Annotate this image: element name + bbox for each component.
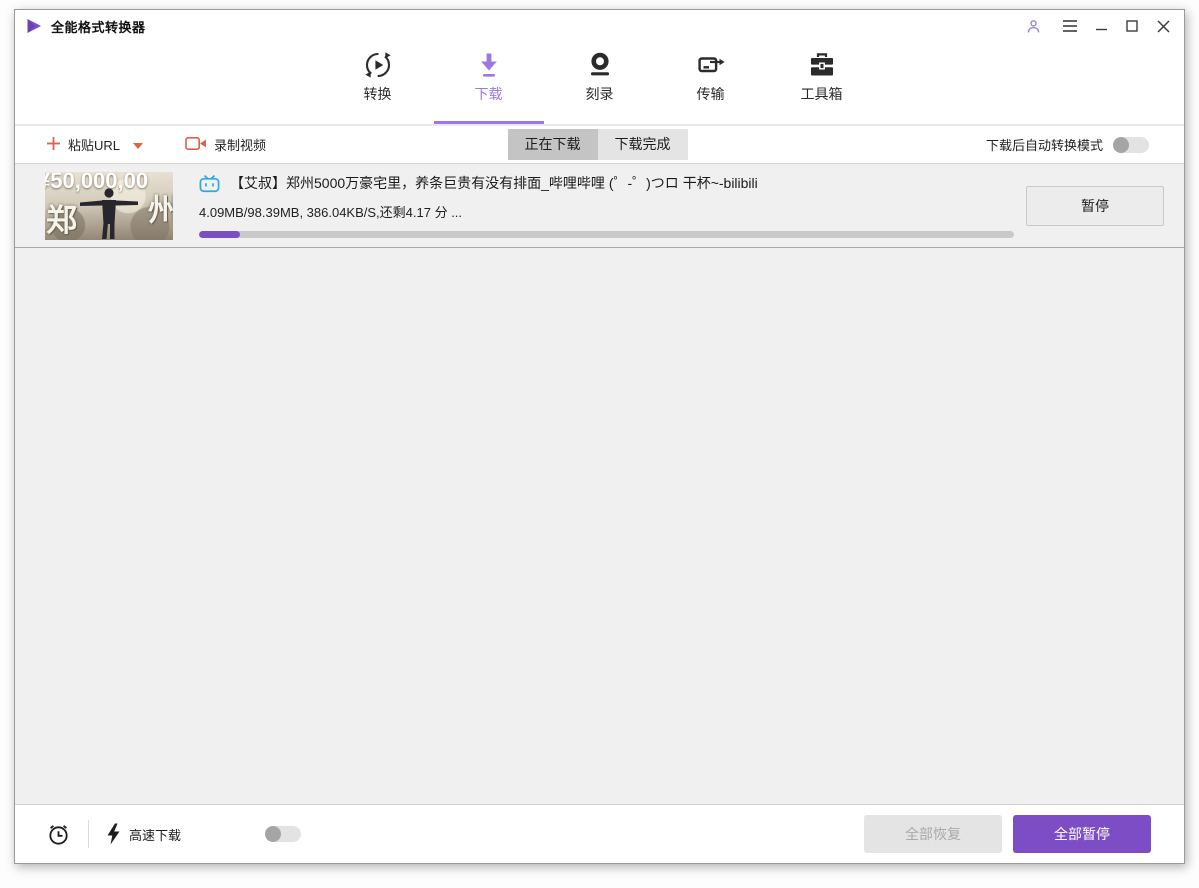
record-video-label: 录制视频 xyxy=(214,138,267,153)
camera-icon xyxy=(185,135,207,155)
download-icon xyxy=(474,49,504,81)
tab-transfer[interactable]: 传输 xyxy=(682,42,740,124)
toggle-knob xyxy=(1113,136,1129,153)
auto-convert-toggle[interactable] xyxy=(1113,136,1149,153)
footer-divider xyxy=(88,820,89,848)
tab-label: 下载 xyxy=(474,86,503,102)
tab-label: 传输 xyxy=(696,86,725,102)
tab-label: 刻录 xyxy=(585,86,614,102)
pause-all-button[interactable]: 全部暂停 xyxy=(1013,815,1151,853)
window-controls xyxy=(1024,17,1172,35)
progress-fill xyxy=(199,231,240,238)
maximize-button[interactable] xyxy=(1123,17,1141,35)
burn-icon xyxy=(585,49,615,81)
download-stats: 4.09MB/98.39MB, 386.04KB/S,还剩4.17 分 ... xyxy=(199,205,463,220)
thumbnail-caption-amount: ¥50,000,00 xyxy=(45,171,149,193)
tab-downloading[interactable]: 正在下载 xyxy=(507,129,598,160)
window-title: 全能格式转换器 xyxy=(51,19,146,35)
tab-convert[interactable]: 转换 xyxy=(349,42,407,124)
tab-label: 工具箱 xyxy=(800,86,843,102)
menu-icon[interactable] xyxy=(1061,17,1079,35)
toolbox-icon xyxy=(807,49,837,81)
download-toolbar: 粘贴URL 录制视频 正在下载 下载完成 下载后自动转换模式 xyxy=(15,126,1184,164)
app-logo-icon xyxy=(26,18,42,34)
record-video-button[interactable]: 录制视频 xyxy=(185,135,266,155)
tab-toolbox[interactable]: 工具箱 xyxy=(793,42,851,124)
account-icon[interactable] xyxy=(1024,17,1042,35)
thumbnail-caption-right: 州 xyxy=(148,192,173,228)
caret-down-icon xyxy=(133,137,144,152)
progress-bar xyxy=(199,231,1014,238)
bilibili-icon xyxy=(199,174,220,193)
plus-icon xyxy=(46,136,61,154)
minimize-button[interactable] xyxy=(1092,17,1110,35)
close-button[interactable] xyxy=(1154,17,1172,35)
tab-download-complete[interactable]: 下载完成 xyxy=(597,129,688,160)
tab-burn[interactable]: 刻录 xyxy=(571,42,629,124)
paste-url-button[interactable]: 粘贴URL xyxy=(46,135,144,154)
download-item-row: ¥50,000,00 郑 州 【艾叔】郑州5000万豪宅里，养条巨贵有没有排面_… xyxy=(15,164,1184,248)
resume-all-button[interactable]: 全部恢复 xyxy=(864,815,1002,853)
video-thumbnail: ¥50,000,00 郑 州 xyxy=(45,171,173,240)
schedule-icon[interactable] xyxy=(46,822,71,847)
tab-label: 转换 xyxy=(363,86,392,102)
footer-bar: 高速下载 全部恢复 全部暂停 xyxy=(15,804,1184,863)
tab-download[interactable]: 下载 xyxy=(460,42,518,124)
toggle-knob xyxy=(265,826,282,842)
pause-button[interactable]: 暂停 xyxy=(1026,185,1164,226)
transfer-icon xyxy=(696,49,726,81)
high-speed-label: 高速下载 xyxy=(129,827,182,843)
download-title: 【艾叔】郑州5000万豪宅里，养条巨贵有没有排面_哔哩哔哩 (゜-゜)つロ 干杯… xyxy=(230,175,758,191)
auto-convert-label: 下载后自动转换模式 xyxy=(985,138,1103,153)
high-speed-toggle[interactable] xyxy=(265,826,302,842)
title-bar: 全能格式转换器 xyxy=(15,10,1184,42)
convert-icon xyxy=(363,49,393,81)
paste-url-label: 粘贴URL xyxy=(68,138,121,153)
download-list-area xyxy=(15,248,1184,804)
thumbnail-caption-left: 郑 xyxy=(46,202,77,238)
download-state-tabs: 正在下载 下载完成 xyxy=(507,129,688,160)
main-nav: 转换 下载 刻录 传输 工具箱 xyxy=(15,42,1184,126)
lightning-icon xyxy=(106,823,121,845)
app-window: 全能格式转换器 转换 下载 刻录 传输 工具箱 粘贴URL 录制视频 正在下载 … xyxy=(14,9,1185,864)
